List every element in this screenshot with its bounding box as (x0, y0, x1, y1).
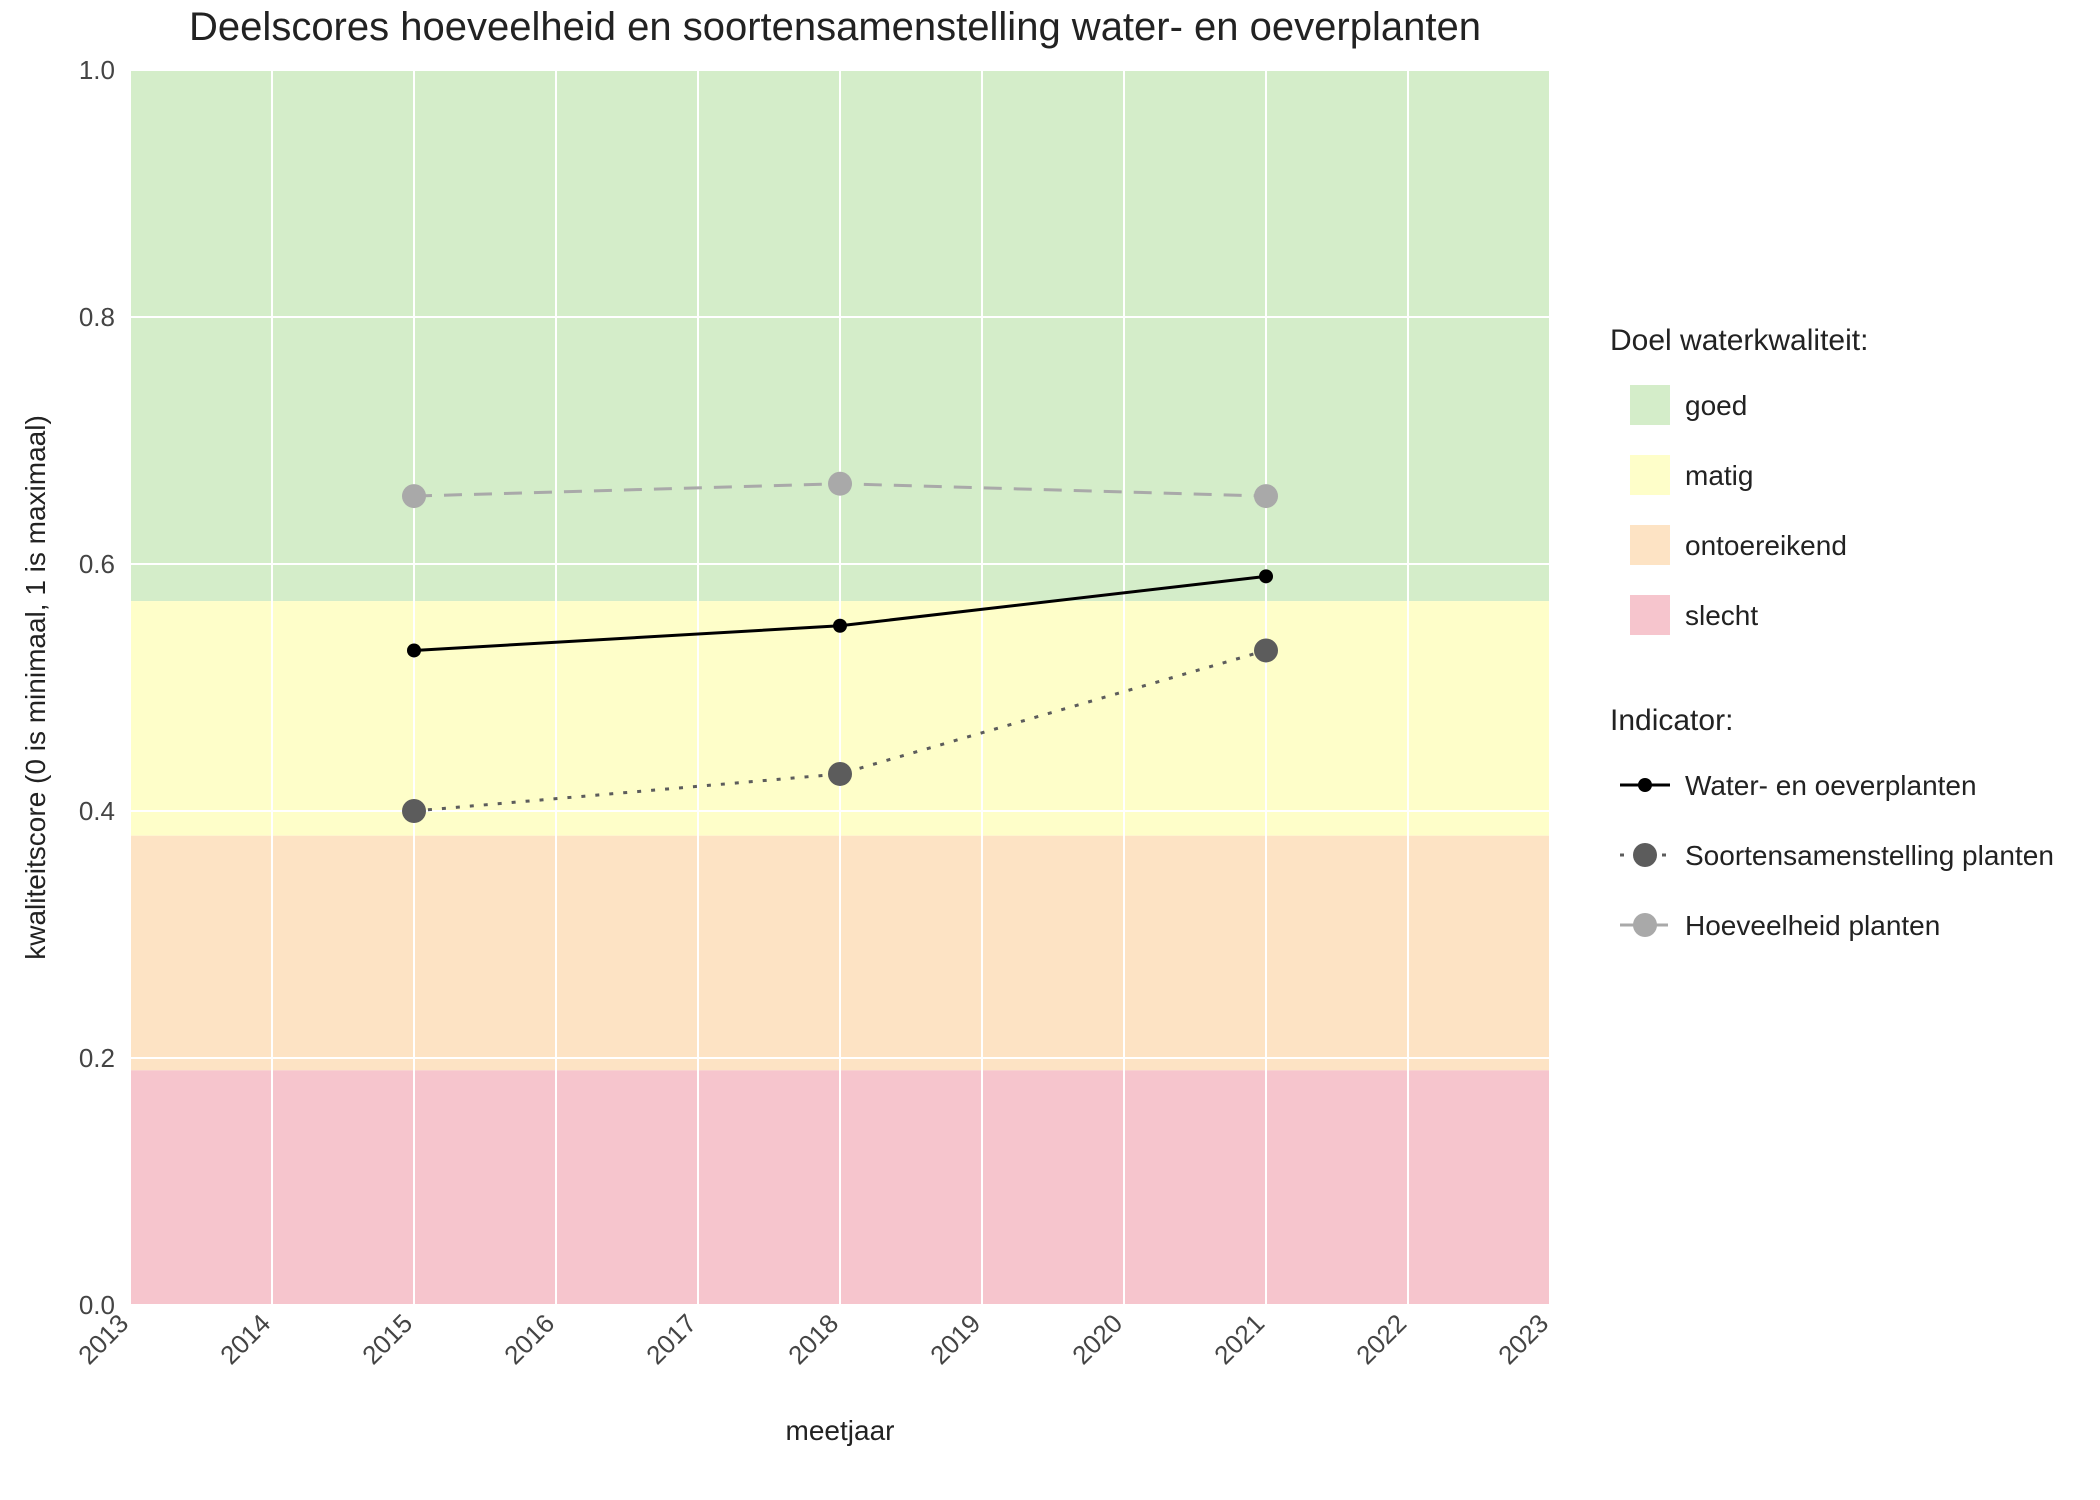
legend-indicator-item: Water- en oeverplanten (1685, 770, 1977, 801)
legend-swatch (1630, 385, 1670, 425)
y-tick-label: 1.0 (79, 55, 115, 85)
legend-quality-item: ontoereikend (1685, 530, 1847, 561)
x-tick-label: 2014 (214, 1308, 276, 1370)
x-tick-label: 2015 (356, 1308, 418, 1370)
series-point (402, 484, 426, 508)
legend-point-sample (1638, 778, 1652, 792)
legend-quality-title: Doel waterkwaliteit: (1610, 324, 1868, 357)
series-point (833, 619, 847, 633)
legend-swatch (1630, 595, 1670, 635)
y-tick-label: 0.2 (79, 1043, 115, 1073)
legend-swatch (1630, 455, 1670, 495)
chart-container: Deelscores hoeveelheid en soortensamenst… (0, 0, 2100, 1500)
y-tick-label: 0.4 (79, 796, 115, 826)
legend-point-sample (1633, 913, 1657, 937)
legend-indicator-title: Indicator: (1610, 704, 1733, 737)
legend-quality-item: slecht (1685, 600, 1758, 631)
legend-indicator-item: Hoeveelheid planten (1685, 910, 1940, 941)
x-tick-label: 2022 (1350, 1308, 1412, 1370)
x-axis-label: meetjaar (786, 1415, 895, 1446)
legend-quality-item: goed (1685, 390, 1747, 421)
series-point (402, 799, 426, 823)
y-tick-label: 0.0 (79, 1290, 115, 1320)
x-tick-label: 2016 (498, 1308, 560, 1370)
y-axis-label: kwaliteitscore (0 is minimaal, 1 is maxi… (20, 415, 51, 960)
legend-point-sample (1633, 843, 1657, 867)
legend-indicator-item: Soortensamenstelling planten (1685, 840, 2054, 871)
series-point (407, 643, 421, 657)
series-point (1254, 484, 1278, 508)
series-point (828, 472, 852, 496)
x-tick-label: 2017 (640, 1308, 702, 1370)
series-point (828, 762, 852, 786)
x-tick-label: 2021 (1208, 1308, 1270, 1370)
x-tick-label: 2020 (1066, 1308, 1128, 1370)
y-tick-label: 0.8 (79, 302, 115, 332)
chart-svg: 2013201420152016201720182019202020212022… (0, 0, 2100, 1500)
x-tick-label: 2019 (924, 1308, 986, 1370)
legend-quality-item: matig (1685, 460, 1753, 491)
series-point (1259, 569, 1273, 583)
x-tick-label: 2018 (782, 1308, 844, 1370)
y-tick-label: 0.6 (79, 549, 115, 579)
legend-swatch (1630, 525, 1670, 565)
x-tick-label: 2023 (1492, 1308, 1554, 1370)
series-point (1254, 638, 1278, 662)
